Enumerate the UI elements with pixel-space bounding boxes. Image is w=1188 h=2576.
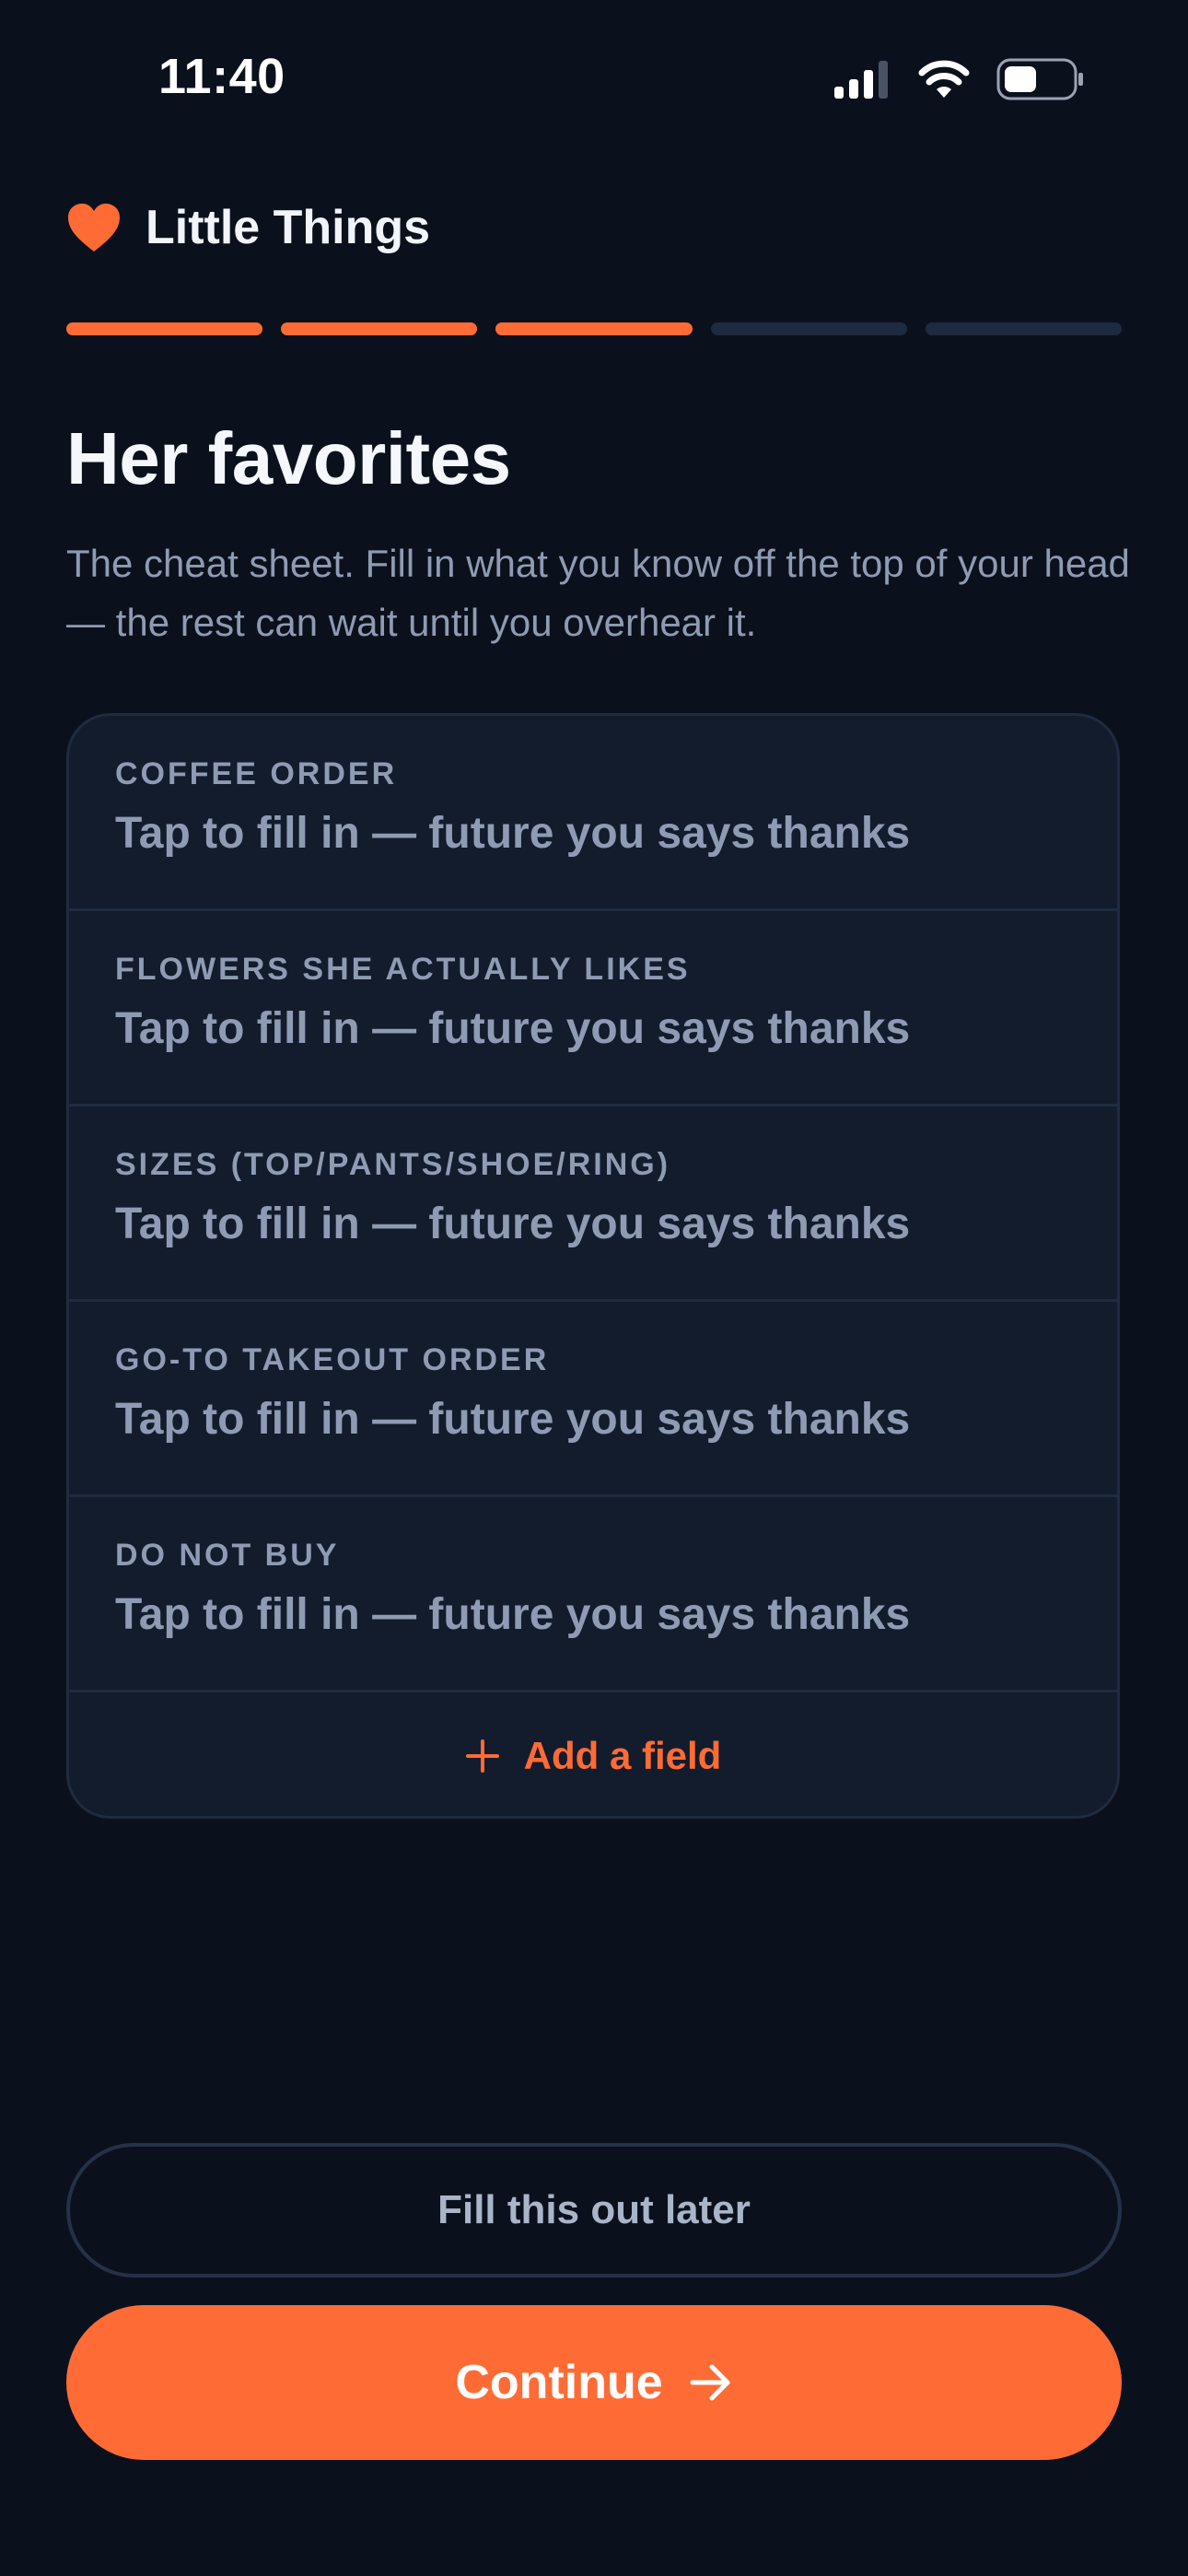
progress-step [495, 322, 693, 335]
progress-step [66, 322, 263, 335]
field-placeholder: Tap to fill in — future you says thanks [115, 1200, 911, 1248]
progress-step [710, 322, 907, 335]
status-bar: 11:40 [0, 0, 1188, 157]
field-label: DO NOT BUY [115, 1538, 340, 1573]
brand-name: Little Things [146, 201, 431, 254]
continue-button[interactable]: Continue [66, 2305, 1122, 2460]
progress-step [281, 322, 478, 335]
page-title: Her favorites [66, 417, 511, 499]
brand-header: Little Things [66, 195, 430, 260]
wifi-icon [918, 60, 970, 98]
fill-later-button[interactable]: Fill this out later [66, 2143, 1122, 2277]
field-label: FLOWERS SHE ACTUALLY LIKES [115, 952, 691, 987]
continue-label: Continue [455, 2356, 663, 2409]
field-placeholder: Tap to fill in — future you says thanks [115, 1004, 911, 1053]
field-placeholder: Tap to fill in — future you says thanks [115, 1590, 911, 1639]
heart-icon [68, 204, 120, 252]
plus-icon [465, 1739, 499, 1773]
status-icons [833, 57, 1085, 101]
onboarding-progress [66, 322, 1123, 335]
favorites-fields-card: COFFEE ORDER Tap to fill in — future you… [66, 713, 1120, 1819]
field-label: SIZES (TOP/PANTS/SHOE/RING) [115, 1147, 671, 1182]
field-do-not-buy[interactable]: DO NOT BUY Tap to fill in — future you s… [69, 1497, 1117, 1692]
fill-later-label: Fill this out later [437, 2187, 751, 2232]
page-subtitle: The cheat sheet. Fill in what you know o… [66, 542, 1130, 644]
status-time: 11:40 [158, 49, 285, 104]
field-coffee-order[interactable]: COFFEE ORDER Tap to fill in — future you… [69, 716, 1117, 911]
field-sizes[interactable]: SIZES (TOP/PANTS/SHOE/RING) Tap to fill … [69, 1107, 1117, 1302]
field-placeholder: Tap to fill in — future you says thanks [115, 1395, 911, 1444]
field-placeholder: Tap to fill in — future you says thanks [115, 809, 911, 858]
add-field-button[interactable]: Add a field [69, 1692, 1117, 1816]
field-label: GO-TO TAKEOUT ORDER [115, 1342, 550, 1377]
arrow-right-icon [690, 2364, 730, 2401]
progress-step [925, 322, 1123, 335]
cellular-signal-icon [834, 61, 888, 99]
field-flowers[interactable]: FLOWERS SHE ACTUALLY LIKES Tap to fill i… [69, 911, 1117, 1107]
add-field-label: Add a field [523, 1733, 722, 1777]
field-takeout-order[interactable]: GO-TO TAKEOUT ORDER Tap to fill in — fut… [69, 1302, 1117, 1497]
battery-icon [996, 58, 1083, 100]
screen: 11:40 Little Things Her favorites The ch… [0, 0, 1188, 2576]
field-label: COFFEE ORDER [115, 756, 398, 791]
